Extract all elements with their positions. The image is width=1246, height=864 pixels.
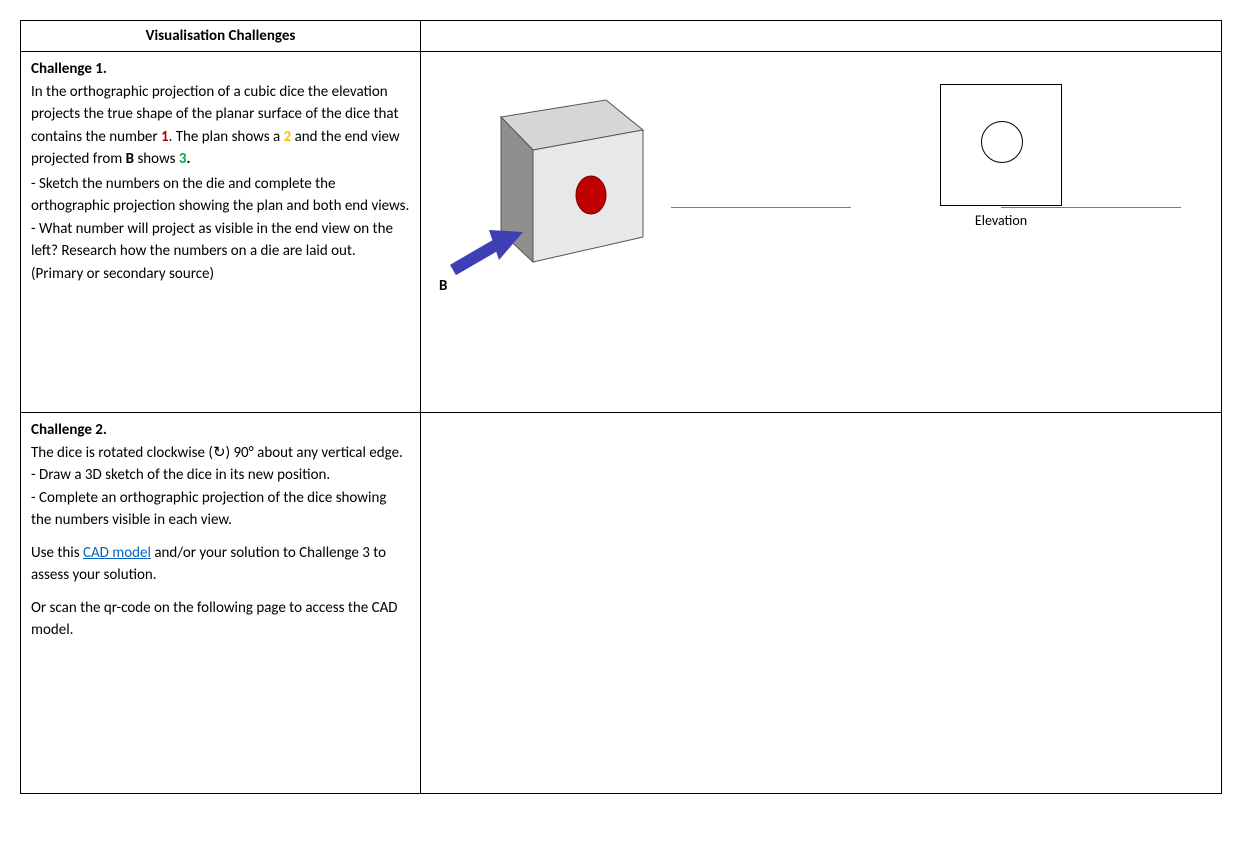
c2-p3: - Complete an orthographic projection of… (31, 487, 410, 532)
challenge2-blank-cell (421, 413, 1221, 793)
c1-p1d: shows (134, 150, 179, 168)
arrow-b-icon (453, 230, 523, 270)
worksheet-table: Visualisation Challenges Challenge 1. In… (20, 20, 1222, 794)
header-title: Visualisation Challenges (21, 21, 421, 51)
elevation-dot-icon (981, 121, 1023, 163)
c2-p5: Or scan the qr-code on the following pag… (31, 597, 410, 642)
c1-p1b: . The plan shows a (169, 128, 284, 146)
c1-p1e: . (187, 150, 191, 168)
elevation-square (940, 84, 1062, 206)
c1-p3: - What number will project as visible in… (31, 218, 410, 263)
dice-isometric-figure: B (441, 82, 661, 312)
arrow-b-label: B (439, 277, 447, 295)
c1-n1: 1 (161, 128, 169, 146)
challenge2-title: Challenge 2. (31, 419, 410, 442)
elevation-label: Elevation (931, 212, 1071, 229)
c1-B: B (126, 150, 134, 168)
header-right-blank (421, 21, 1221, 51)
challenge2-row: Challenge 2. The dice is rotated clockwi… (21, 413, 1221, 793)
c1-p4: (Primary or secondary source) (31, 263, 410, 286)
header-row: Visualisation Challenges (21, 21, 1221, 52)
c1-n3: 3 (179, 150, 187, 168)
challenge2-text: Challenge 2. The dice is rotated clockwi… (21, 413, 421, 793)
dice-dot-icon (576, 176, 606, 214)
ground-line-left (671, 207, 851, 208)
c1-p2: - Sketch the numbers on the die and comp… (31, 173, 410, 218)
c2-p1: The dice is rotated clockwise (↻) 90° ab… (31, 442, 410, 465)
challenge1-title: Challenge 1. (31, 58, 410, 81)
c2-p2: - Draw a 3D sketch of the dice in its ne… (31, 464, 410, 487)
c2-p4: Use this CAD model and/or your solution … (31, 542, 410, 587)
challenge1-figure-cell: B Elevation (421, 52, 1221, 412)
dice-svg (441, 82, 661, 312)
challenge1-row: Challenge 1. In the orthographic project… (21, 52, 1221, 413)
c2-p4a: Use this (31, 544, 83, 562)
cad-model-link[interactable]: CAD model (83, 544, 151, 562)
elevation-figure: Elevation (931, 84, 1071, 229)
challenge1-text: Challenge 1. In the orthographic project… (21, 52, 421, 412)
